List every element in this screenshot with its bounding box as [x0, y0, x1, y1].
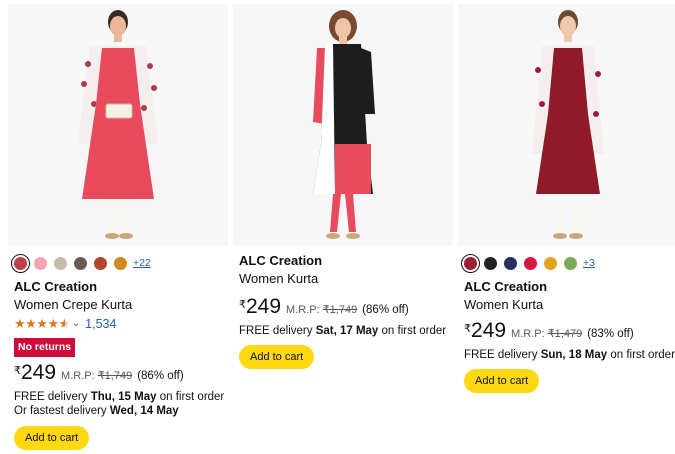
color-swatch[interactable]	[11, 253, 30, 273]
delivery-date: Sat, 17 May	[315, 325, 379, 337]
price-amount: 249	[471, 319, 507, 342]
color-swatches: +3	[461, 253, 595, 273]
product-card: +3 ALC Creation Women Kurta ₹ 249 M.R.P:…	[458, 0, 675, 454]
chevron-down-icon[interactable]: ⌄	[72, 318, 80, 329]
product-card: ALC Creation Women Kurta ₹ 249 M.R.P: ₹1…	[233, 0, 453, 454]
delivery-date: Thu, 15 May	[90, 391, 157, 403]
product-image[interactable]	[233, 4, 453, 246]
delivery-info: FREE delivery Thu, 15 May on first order	[14, 391, 224, 403]
price-block[interactable]: ₹ 249 M.R.P: ₹1,749 (86% off)	[14, 361, 184, 385]
product-image[interactable]	[8, 4, 228, 246]
rating-count-link[interactable]: 1,534	[85, 317, 116, 331]
brand-name[interactable]: ALC Creation	[239, 253, 322, 268]
color-swatch[interactable]	[544, 256, 557, 270]
discount-text: (86% off)	[137, 370, 184, 382]
rating[interactable]: ★★★★★ ⌄ 1,534	[14, 316, 116, 332]
currency-symbol: ₹	[14, 365, 21, 377]
color-swatch[interactable]	[564, 256, 577, 270]
price-amount: 249	[246, 295, 282, 318]
mrp-value: ₹1,749	[322, 304, 358, 316]
product-title[interactable]: Women Kurta	[464, 297, 543, 312]
brand-name[interactable]: ALC Creation	[14, 279, 97, 294]
fastest-prefix: Or fastest delivery	[14, 405, 110, 417]
more-colors-link[interactable]: +22	[133, 257, 151, 269]
color-swatch[interactable]	[484, 256, 497, 270]
discount-text: (86% off)	[362, 304, 409, 316]
price-amount: 249	[21, 361, 57, 384]
product-image[interactable]	[458, 4, 675, 246]
color-swatch[interactable]	[504, 256, 517, 270]
delivery-prefix: FREE delivery	[14, 391, 91, 403]
add-to-cart-button[interactable]: Add to cart	[464, 369, 540, 393]
fastest-delivery-info: Or fastest delivery Wed, 14 May	[14, 405, 179, 417]
fastest-date: Wed, 14 May	[109, 405, 179, 417]
color-swatch[interactable]	[74, 256, 87, 270]
mrp-value: ₹1,479	[547, 328, 583, 340]
mrp-label: M.R.P:	[286, 304, 320, 316]
product-photo	[78, 10, 158, 239]
price-block[interactable]: ₹ 249 M.R.P: ₹1,749 (86% off)	[239, 295, 409, 319]
delivery-suffix: on first order	[378, 325, 447, 337]
mrp-value: ₹1,749	[97, 370, 133, 382]
price-block[interactable]: ₹ 249 M.R.P: ₹1,479 (83% off)	[464, 319, 634, 343]
discount-text: (83% off)	[587, 328, 634, 340]
no-returns-badge: No returns	[14, 338, 76, 357]
delivery-prefix: FREE delivery	[239, 325, 316, 337]
star-rating-icon: ★★★★★	[14, 316, 70, 332]
product-title[interactable]: Women Kurta	[239, 271, 318, 286]
currency-symbol: ₹	[239, 299, 246, 311]
currency-symbol: ₹	[464, 323, 471, 335]
product-photo	[313, 10, 375, 239]
mrp-label: M.R.P:	[61, 370, 95, 382]
mrp-label: M.R.P:	[511, 328, 545, 340]
color-swatch[interactable]	[54, 256, 67, 270]
brand-name[interactable]: ALC Creation	[464, 279, 547, 294]
product-title[interactable]: Women Crepe Kurta	[14, 297, 132, 312]
product-photo	[532, 10, 604, 239]
product-card: +22 ALC Creation Women Crepe Kurta ★★★★★…	[8, 0, 228, 454]
color-swatch[interactable]	[114, 256, 127, 270]
delivery-date: Sun, 18 May	[540, 349, 608, 361]
delivery-info: FREE delivery Sun, 18 May on first order	[464, 349, 675, 361]
delivery-info: FREE delivery Sat, 17 May on first order	[239, 325, 446, 337]
delivery-suffix: on first order	[607, 349, 675, 361]
delivery-prefix: FREE delivery	[464, 349, 541, 361]
color-swatch[interactable]	[461, 253, 480, 273]
more-colors-link[interactable]: +3	[583, 257, 595, 269]
color-swatch[interactable]	[34, 256, 47, 270]
color-swatch[interactable]	[524, 256, 537, 270]
color-swatch[interactable]	[94, 256, 107, 270]
add-to-cart-button[interactable]: Add to cart	[14, 426, 90, 450]
delivery-suffix: on first order	[156, 391, 225, 403]
add-to-cart-button[interactable]: Add to cart	[239, 345, 315, 369]
color-swatches: +22	[11, 253, 151, 273]
